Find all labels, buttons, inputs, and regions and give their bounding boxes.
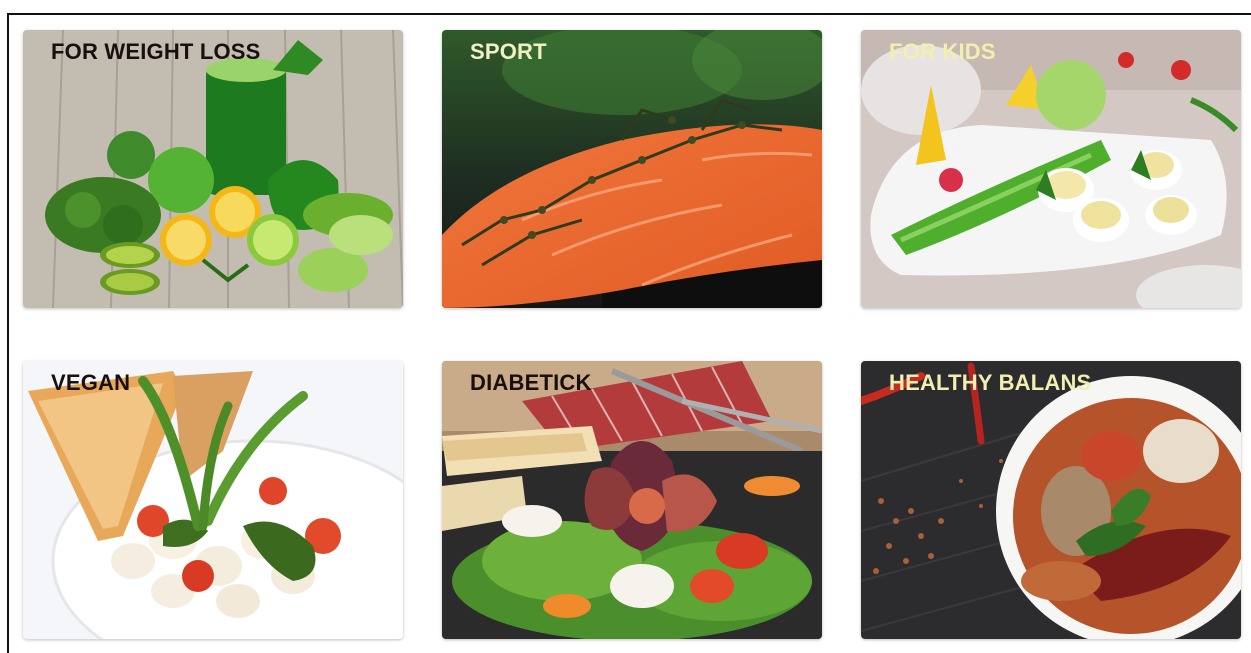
- vegan-food-image: [23, 361, 403, 639]
- fig-salad-image: [442, 361, 822, 639]
- category-card-diabetick[interactable]: DIABETICK: [442, 361, 822, 639]
- diet-category-grid: FOR WEIGHT LOSS SPORT FOR KIDS VEGAN DIA…: [23, 30, 1242, 639]
- category-card-weight-loss[interactable]: FOR WEIGHT LOSS: [23, 30, 403, 308]
- category-title: VEGAN: [51, 370, 131, 395]
- category-title: SPORT: [470, 39, 547, 64]
- category-card-healthy-balans[interactable]: HEALTHY BALANS: [861, 361, 1241, 639]
- category-title: FOR WEIGHT LOSS: [51, 39, 261, 64]
- category-card-sport[interactable]: SPORT: [442, 30, 822, 308]
- category-card-for-kids[interactable]: FOR KIDS: [861, 30, 1241, 308]
- category-title: HEALTHY BALANS: [889, 370, 1092, 395]
- category-title: DIABETICK: [470, 370, 592, 395]
- category-title: FOR KIDS: [889, 39, 996, 64]
- weight-loss-food-image: [23, 30, 403, 308]
- curry-bowl-image: [861, 361, 1241, 639]
- category-card-vegan[interactable]: VEGAN: [23, 361, 403, 639]
- kids-food-image: [861, 30, 1241, 308]
- salmon-image: [442, 30, 822, 308]
